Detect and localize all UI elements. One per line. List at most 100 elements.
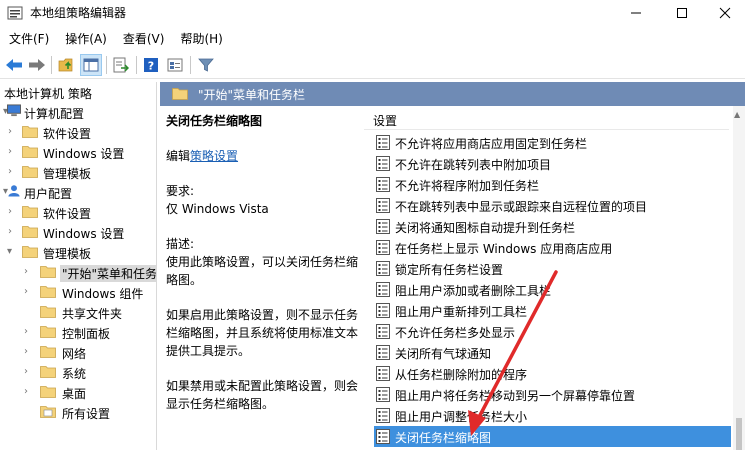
setting-row[interactable]: 不允许将应用商店应用固定到任务栏 xyxy=(374,132,731,153)
policy-setting-icon xyxy=(376,345,390,360)
close-icon xyxy=(719,7,731,19)
minimize-button[interactable] xyxy=(613,0,659,26)
back-button[interactable] xyxy=(3,54,25,76)
group-policy-app-icon xyxy=(7,6,23,20)
tree-windows-components[interactable]: › Windows 组件 xyxy=(0,282,156,302)
toolbar-separator xyxy=(190,56,191,74)
setting-label: 阻止用户添加或者删除工具栏 xyxy=(395,284,552,298)
setting-label: 关闭任务栏缩略图 xyxy=(395,431,492,445)
chevron-right-icon[interactable]: › xyxy=(24,345,34,359)
setting-row[interactable]: 不在跳转列表中显示或跟踪来自远程位置的项目 xyxy=(374,195,731,216)
tree-start-menu-taskbar[interactable]: › "开始"菜单和任务栏 xyxy=(0,262,156,282)
menu-file[interactable]: 文件(F) xyxy=(0,28,56,50)
maximize-button[interactable] xyxy=(659,0,705,26)
setting-row[interactable]: 阻止用户添加或者删除工具栏 xyxy=(374,279,731,300)
up-one-level-button[interactable] xyxy=(56,54,78,76)
properties-icon xyxy=(167,58,183,72)
setting-row[interactable]: 锁定所有任务栏设置 xyxy=(374,258,731,279)
show-hide-tree-button[interactable] xyxy=(80,54,102,76)
setting-row[interactable]: 不允许任务栏多处显示 xyxy=(374,321,731,342)
policy-setting-icon xyxy=(376,303,390,318)
chevron-right-icon[interactable]: › xyxy=(8,205,18,219)
scrollbar-thumb[interactable] xyxy=(736,418,742,450)
close-button[interactable] xyxy=(705,0,745,26)
menu-action[interactable]: 操作(A) xyxy=(56,28,114,50)
setting-label: 阻止用户将任务栏移动到另一个屏幕停靠位置 xyxy=(395,389,636,403)
requirements-label: 要求: xyxy=(166,184,195,198)
tree-cc-windows[interactable]: › Windows 设置 xyxy=(0,142,156,162)
chevron-right-icon[interactable]: › xyxy=(8,225,18,239)
menu-help[interactable]: 帮助(H) xyxy=(171,28,229,50)
setting-row[interactable]: 阻止用户调整任务栏大小 xyxy=(374,405,731,426)
setting-row[interactable]: 关闭将通知图标自动提升到任务栏 xyxy=(374,216,731,237)
folder-icon xyxy=(40,366,56,378)
policy-setting-icon xyxy=(376,387,390,402)
setting-row[interactable]: 在任务栏上显示 Windows 应用商店应用 xyxy=(374,237,731,258)
folder-icon xyxy=(22,206,38,218)
chevron-right-icon[interactable]: › xyxy=(24,285,34,299)
setting-row[interactable]: 不允许在跳转列表中附加项目 xyxy=(374,153,731,174)
computer-icon xyxy=(7,104,21,117)
setting-row[interactable]: 关闭任务栏缩略图 xyxy=(374,426,731,447)
help-icon: ? xyxy=(144,58,158,73)
setting-label: 锁定所有任务栏设置 xyxy=(395,263,504,277)
chevron-right-icon[interactable]: › xyxy=(24,325,34,339)
tree-label: 软件设置 xyxy=(43,207,92,221)
tree-root[interactable]: 本地计算机 策略 xyxy=(0,82,156,102)
edit-policy-link[interactable]: 策略设置 xyxy=(190,149,238,163)
chevron-right-icon[interactable]: › xyxy=(8,145,18,159)
chevron-right-icon[interactable]: › xyxy=(24,365,34,379)
tree-computer-config[interactable]: ▾ 计算机配置 xyxy=(0,102,156,122)
menu-view[interactable]: 查看(V) xyxy=(114,28,172,50)
settings-column-header[interactable]: 设置 xyxy=(373,112,397,129)
description-text: 略图。 xyxy=(166,273,203,287)
setting-row[interactable]: 不允许将程序附加到任务栏 xyxy=(374,174,731,195)
policy-setting-icon xyxy=(376,282,390,297)
tree-cc-admin[interactable]: › 管理模板 xyxy=(0,162,156,182)
policy-setting-icon xyxy=(376,429,390,444)
tree-cc-software[interactable]: › 软件设置 xyxy=(0,122,156,142)
setting-row[interactable]: 从任务栏删除附加的程序 xyxy=(374,363,731,384)
policy-setting-icon xyxy=(376,261,390,276)
setting-row[interactable]: 阻止用户重新排列工具栏 xyxy=(374,300,731,321)
tree-control-panel[interactable]: › 控制面板 xyxy=(0,322,156,342)
filter-icon xyxy=(198,58,214,72)
tree-network[interactable]: › 网络 xyxy=(0,342,156,362)
export-list-button[interactable] xyxy=(110,54,132,76)
help-button[interactable]: ? xyxy=(140,54,162,76)
setting-row[interactable]: 关闭所有气球通知 xyxy=(374,342,731,363)
tree-shared-folders[interactable]: 共享文件夹 xyxy=(0,302,156,322)
forward-button[interactable] xyxy=(26,54,48,76)
tree-label: Windows 设置 xyxy=(43,147,125,161)
folder-icon xyxy=(40,306,56,318)
setting-label: 不允许将应用商店应用固定到任务栏 xyxy=(395,137,588,151)
toolbar-separator xyxy=(106,56,107,74)
chevron-right-icon[interactable]: › xyxy=(8,125,18,139)
chevron-down-icon[interactable]: ▾ xyxy=(7,245,17,259)
setting-row[interactable]: 阻止用户将任务栏移动到另一个屏幕停靠位置 xyxy=(374,384,731,405)
tree-uc-admin[interactable]: ▾ 管理模板 xyxy=(0,242,156,262)
chevron-right-icon[interactable]: › xyxy=(8,165,18,179)
setting-label: 不允许在跳转列表中附加项目 xyxy=(395,158,552,172)
filter-button[interactable] xyxy=(195,54,217,76)
minimize-icon xyxy=(631,12,641,14)
tree-label: 系统 xyxy=(62,367,87,381)
folder-open-icon xyxy=(22,246,38,258)
vertical-scrollbar[interactable]: ▲ xyxy=(733,106,745,450)
tree-user-config[interactable]: ▾ 用户配置 xyxy=(0,182,156,202)
tree-all-settings[interactable]: 所有设置 xyxy=(0,402,156,422)
tree-label: Windows 设置 xyxy=(43,227,125,241)
setting-label: 不在跳转列表中显示或跟踪来自远程位置的项目 xyxy=(395,200,648,214)
tree-label: Windows 组件 xyxy=(62,287,144,301)
enabled-explanation: 提供工具提示。 xyxy=(166,344,251,358)
menu-bar: 文件(F) 操作(A) 查看(V) 帮助(H) xyxy=(0,28,230,50)
chevron-right-icon[interactable]: › xyxy=(24,385,34,399)
properties-button[interactable] xyxy=(164,54,186,76)
tree-uc-software[interactable]: › 软件设置 xyxy=(0,202,156,222)
folder-icon xyxy=(40,326,56,338)
chevron-right-icon[interactable]: › xyxy=(24,265,34,279)
tree-system[interactable]: › 系统 xyxy=(0,362,156,382)
tree-uc-windows[interactable]: › Windows 设置 xyxy=(0,222,156,242)
scroll-up-arrow-icon[interactable]: ▲ xyxy=(734,110,740,119)
tree-desktop[interactable]: › 桌面 xyxy=(0,382,156,402)
